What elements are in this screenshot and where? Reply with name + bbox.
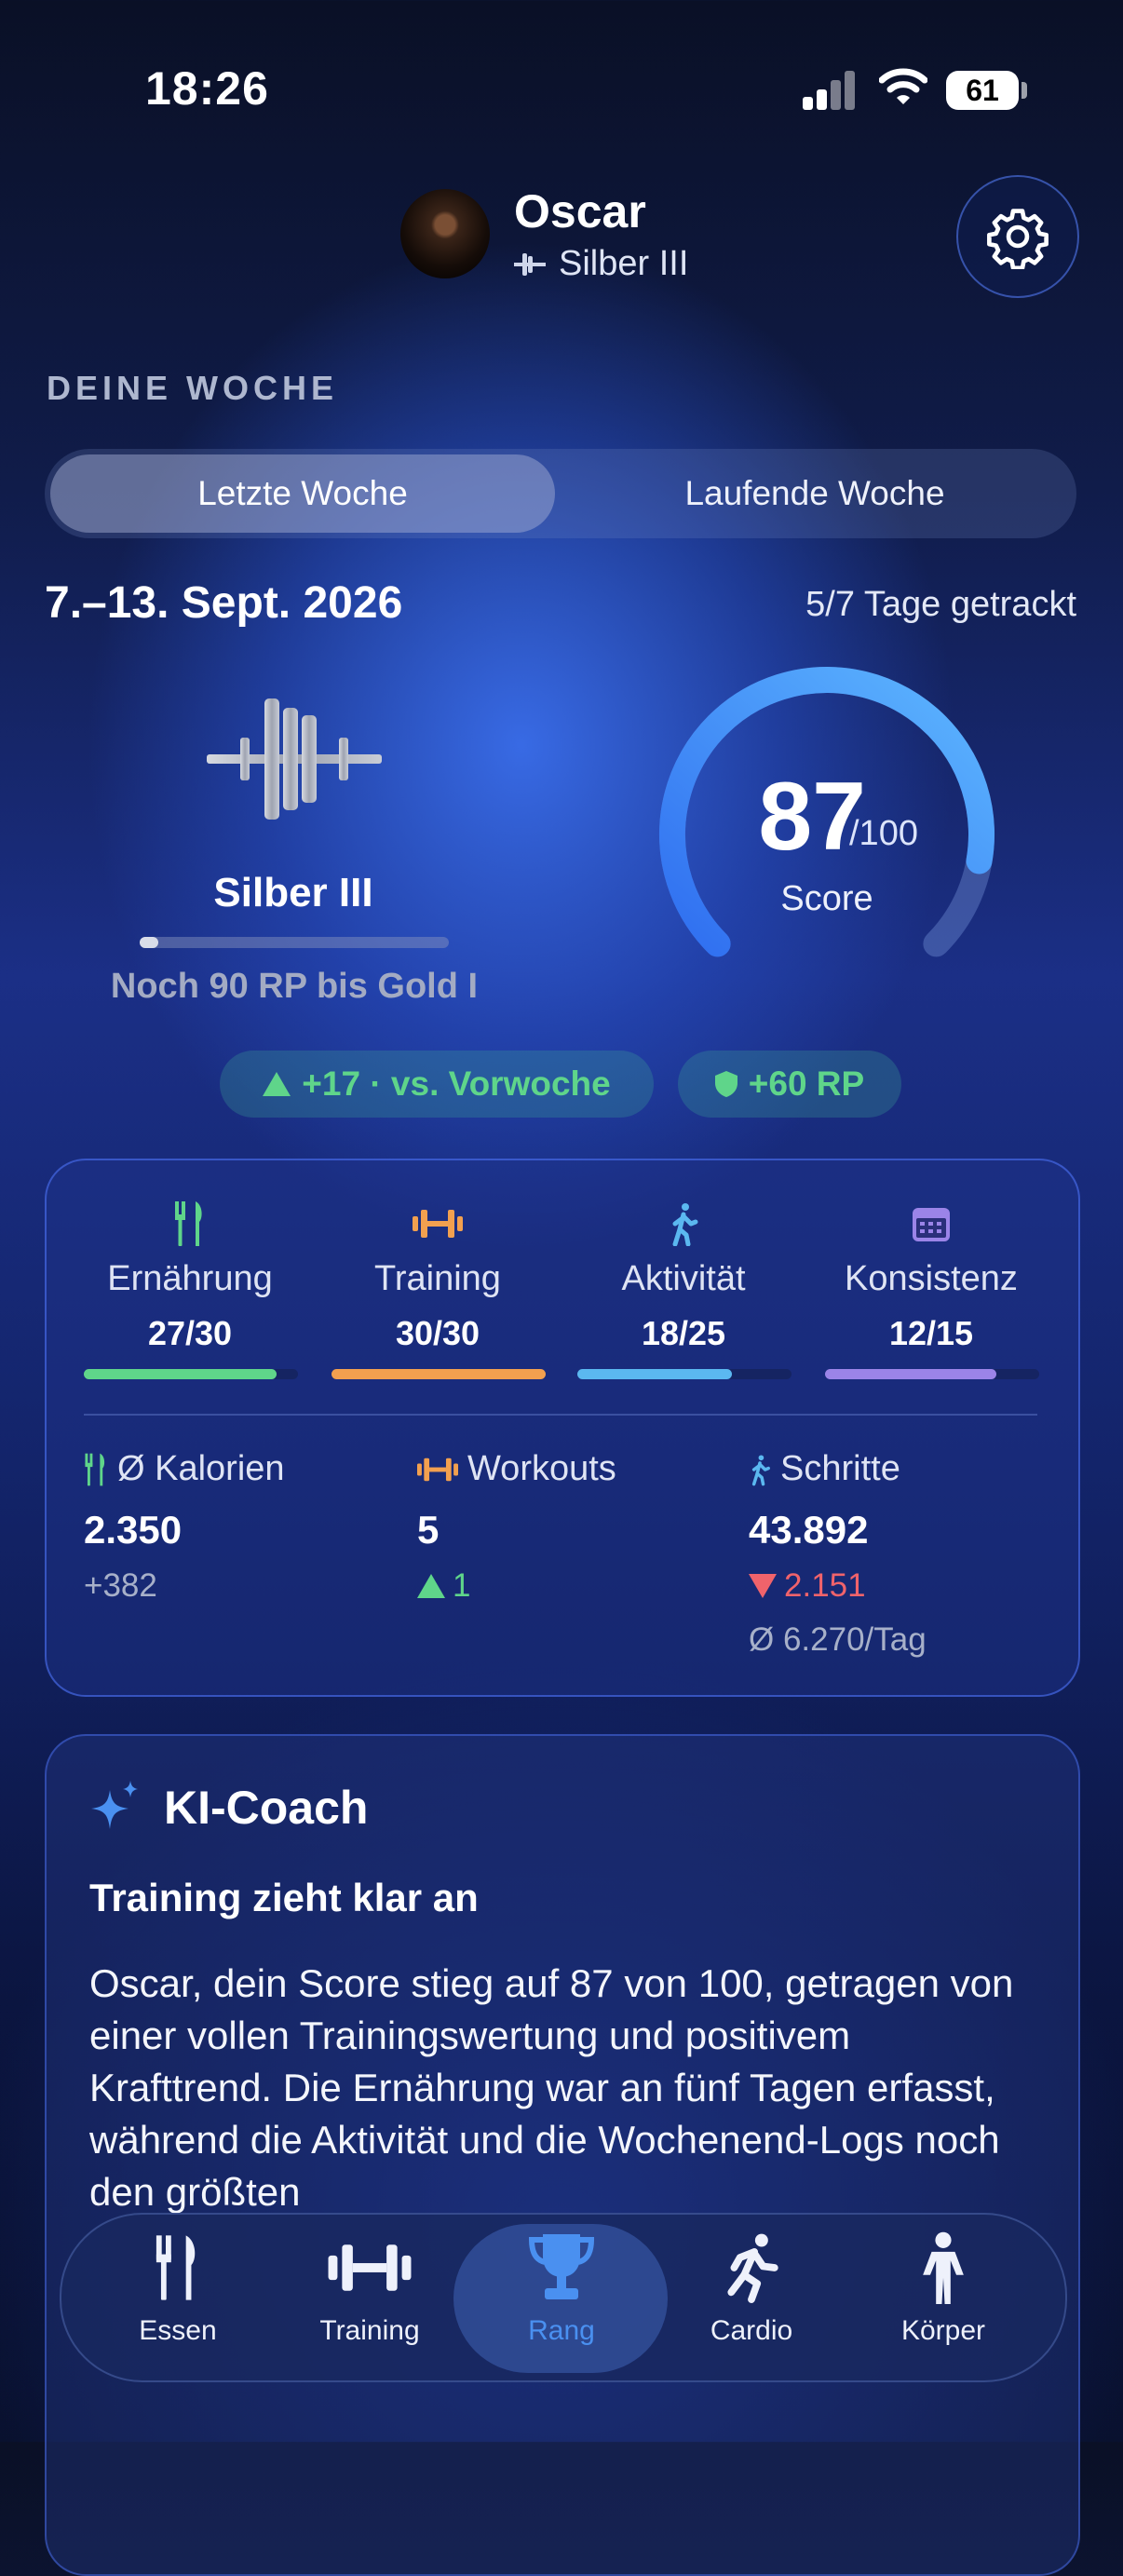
tab-current-week[interactable]: Laufende Woche [559, 454, 1071, 533]
status-time: 18:26 [145, 62, 269, 115]
profile-rank-label: Silber III [559, 244, 689, 283]
ki-coach-text: Oscar, dein Score stieg auf 87 von 100, … [89, 1961, 1014, 2214]
dumbbell-icon [417, 1457, 458, 1481]
fork-knife-icon [154, 2226, 202, 2310]
stat-workouts: Workouts 5 1 [417, 1449, 616, 1605]
training-progress-fill [331, 1369, 546, 1379]
nutrition-progress-fill [84, 1369, 277, 1379]
category-activity[interactable]: Aktivität 18/25 [561, 1198, 806, 1353]
activity-progress-fill [577, 1369, 732, 1379]
tab-training[interactable]: Training [272, 2226, 467, 2366]
rank-progress-track [140, 937, 449, 948]
rank-remaining-text: Noch 90 RP bis Gold I [110, 967, 479, 1006]
category-score: 18/25 [641, 1314, 726, 1352]
vs-last-week-text: +17 · vs. Vorwoche [302, 1064, 611, 1103]
body-icon [920, 2226, 967, 2310]
section-label: DEINE WOCHE [47, 369, 339, 407]
ki-coach-headline: Training zieht klar an [89, 1876, 479, 1919]
tab-label: Rang [528, 2315, 595, 2346]
category-label: Training [374, 1259, 501, 1298]
avatar[interactable] [400, 189, 490, 278]
stat-calories: Ø Kalorien 2.350 +382 [84, 1449, 285, 1605]
stat-delta: +382 [84, 1567, 157, 1604]
rank-progress-fill [140, 937, 158, 948]
triangle-up-icon [417, 1574, 445, 1598]
cellular-signal-icon [803, 69, 857, 110]
barbell-rank-icon [207, 698, 382, 820]
running-icon [723, 2226, 780, 2310]
category-consistency[interactable]: Konsistenz 12/15 [808, 1198, 1054, 1353]
tab-label: Training [319, 2315, 420, 2346]
rp-text: +60 RP [748, 1064, 865, 1103]
gear-icon [987, 209, 1049, 269]
category-training[interactable]: Training 30/30 [315, 1198, 561, 1353]
vs-last-week-chip: +17 · vs. Vorwoche [220, 1051, 654, 1118]
score-max: /100 [849, 814, 918, 853]
walking-icon [561, 1198, 806, 1250]
tab-koerper[interactable]: Körper [846, 2226, 1041, 2366]
stat-delta-value: 2.151 [784, 1567, 866, 1604]
category-nutrition[interactable]: Ernährung 27/30 [67, 1198, 313, 1353]
week-date-range: 7.–13. Sept. 2026 [45, 578, 403, 628]
tab-essen[interactable]: Essen [80, 2226, 276, 2366]
category-label: Konsistenz [845, 1259, 1018, 1298]
stat-label: Schritte [780, 1449, 900, 1488]
profile-rank: Silber III [514, 244, 688, 284]
category-score: 27/30 [147, 1314, 233, 1352]
stat-average: Ø 6.270/Tag [749, 1621, 927, 1658]
battery-nub [1022, 82, 1027, 99]
tab-rang[interactable]: Rang [464, 2226, 659, 2366]
dumbbell-icon [315, 1198, 561, 1250]
dumbbell-icon [328, 2226, 412, 2310]
category-score: 30/30 [395, 1314, 480, 1352]
fork-knife-icon [85, 1453, 105, 1485]
walking-icon [751, 1454, 770, 1485]
stat-delta: 2.151 [749, 1567, 927, 1605]
stat-label: Ø Kalorien [117, 1449, 285, 1488]
tab-cardio[interactable]: Cardio [654, 2226, 849, 2366]
trophy-icon [528, 2226, 595, 2310]
tab-label: Körper [900, 2315, 986, 2346]
stat-steps: Schritte 43.892 2.151 Ø 6.270/Tag [749, 1449, 927, 1659]
stat-delta: 1 [417, 1567, 616, 1605]
fork-knife-icon [67, 1198, 313, 1250]
category-label: Ernährung [107, 1259, 273, 1298]
shield-icon [714, 1071, 737, 1097]
sparkles-icon [91, 1781, 138, 1829]
battery-indicator: 61 [946, 71, 1019, 110]
tab-label: Essen [139, 2315, 217, 2346]
category-label: Aktivität [621, 1259, 746, 1298]
calendar-icon [808, 1198, 1054, 1250]
rp-chip: +60 RP [678, 1051, 901, 1118]
category-score: 12/15 [888, 1314, 974, 1352]
profile-name: Oscar [514, 185, 646, 237]
consistency-progress-fill [825, 1369, 996, 1379]
stat-delta-value: 1 [453, 1567, 471, 1604]
score-label: Score [780, 879, 873, 918]
tab-label: Cardio [710, 2315, 793, 2346]
triangle-up-icon [263, 1072, 291, 1096]
tab-last-week[interactable]: Letzte Woche [50, 454, 555, 533]
ki-coach-title: KI-Coach [164, 1782, 369, 1834]
stat-label: Workouts [467, 1449, 616, 1488]
rank-name: Silber III [213, 870, 373, 915]
tracked-days: 5/7 Tage getrackt [805, 585, 1076, 624]
barbell-rank-icon [514, 252, 546, 276]
triangle-down-icon [749, 1574, 777, 1598]
divider [84, 1414, 1037, 1416]
stat-value: 43.892 [749, 1508, 869, 1552]
stat-value: 2.350 [84, 1508, 183, 1552]
wifi-icon [879, 68, 927, 104]
stat-value: 5 [417, 1508, 440, 1552]
score-value: 87 [758, 763, 866, 871]
settings-button[interactable] [956, 175, 1079, 298]
